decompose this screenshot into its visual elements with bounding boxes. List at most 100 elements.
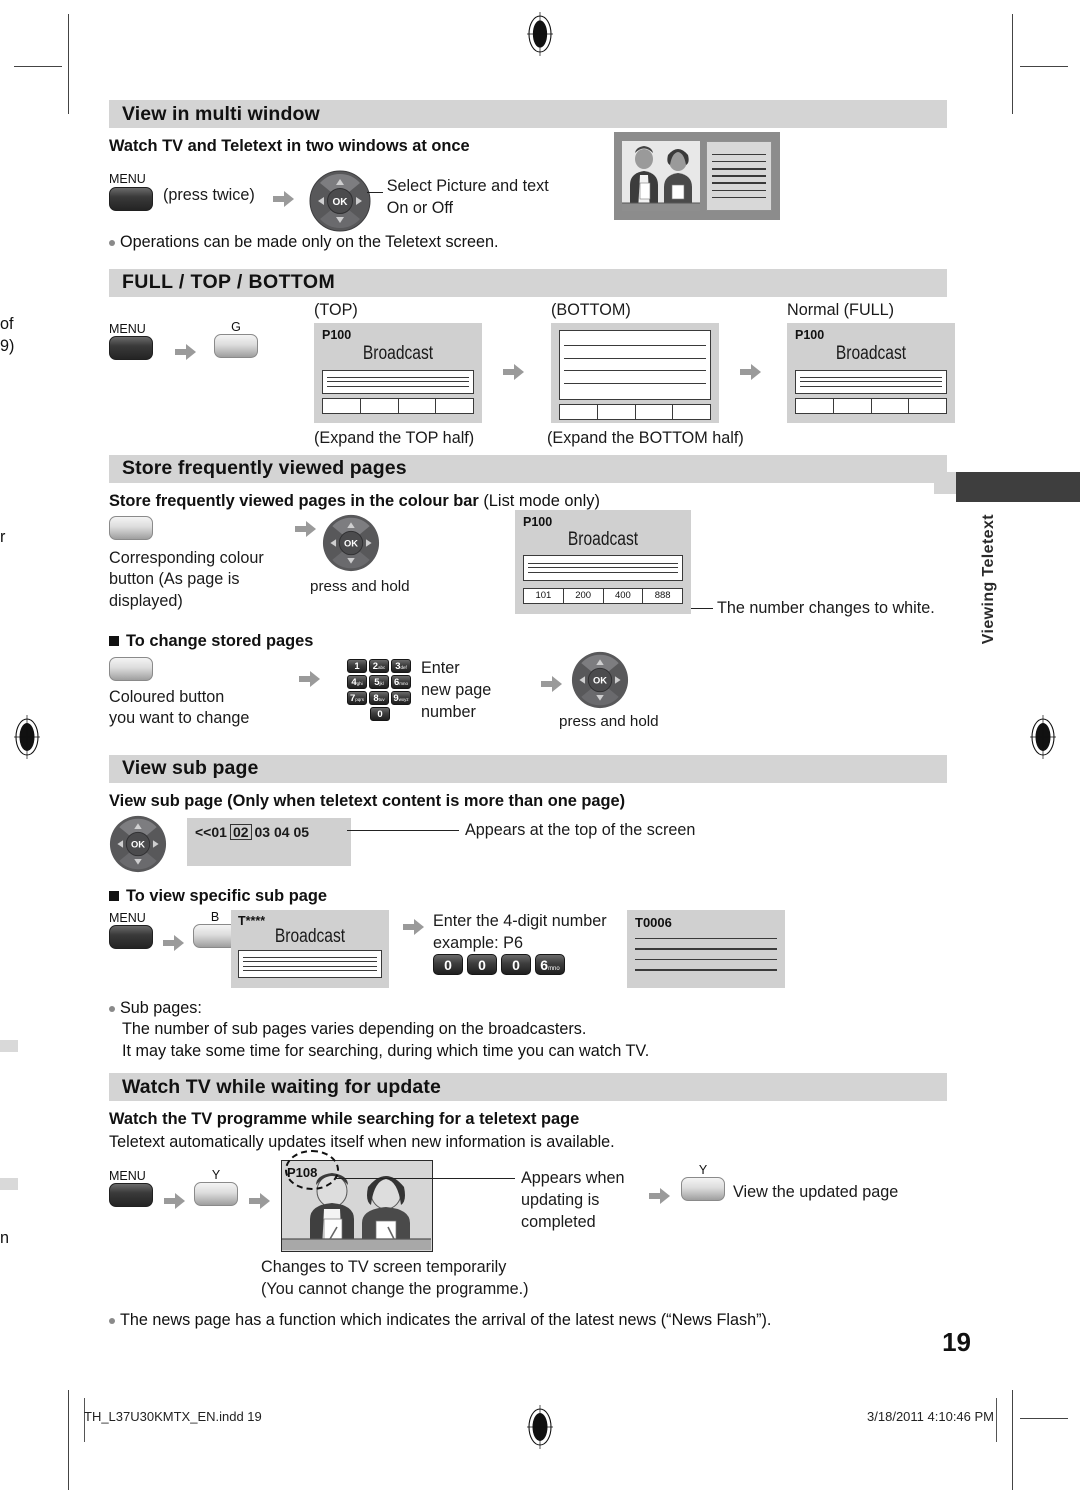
flow-arrow-icon <box>740 363 762 381</box>
subpage-callout-line <box>347 829 459 831</box>
sub-pages-note-line-1: The number of sub pages varies depending… <box>122 1020 587 1039</box>
tv-page-label-full: P100 <box>795 327 825 342</box>
numeric-key-9[interactable]: 9 wxyz <box>391 690 411 705</box>
colour-bar-cell-yellow: 400 <box>602 587 644 604</box>
update-note-line-2: (You cannot change the programme.) <box>261 1280 529 1299</box>
tv-text-lines-top <box>322 369 474 394</box>
numeric-key-1[interactable]: 1 <box>347 658 367 673</box>
tv-screen-specific-subpage: T**** Broadcast <box>231 909 389 988</box>
keypad-row-1: 1 2 abc 3 def <box>347 658 413 673</box>
crop-mark-bottom-right-horizontal <box>1020 1418 1068 1419</box>
update-note-line-1: Changes to TV screen temporarily <box>261 1257 507 1276</box>
menu-key-glyph <box>109 925 153 950</box>
tv-picture-newsreaders-icon <box>622 141 700 211</box>
digit-key-6[interactable]: 6 mno <box>535 953 565 975</box>
subhead-watch-tv-teletext: Watch TV and Teletext in two windows at … <box>109 137 470 155</box>
blue-button-label: B <box>210 909 220 924</box>
flow-arrow-icon <box>649 1187 671 1205</box>
colour-button-store[interactable] <box>109 515 153 540</box>
change-step-line-1: Coloured button <box>109 687 225 706</box>
yellow-button-update[interactable]: Y <box>194 1169 238 1207</box>
flow-arrow-icon <box>249 1192 271 1210</box>
sub-pages-note-line-2: It may take some time for searching, dur… <box>122 1041 650 1060</box>
subhead-store-colour-bar: Store frequently viewed pages in the col… <box>109 492 947 511</box>
square-bullet-icon <box>109 636 119 647</box>
dpad-ok-control-subpage[interactable]: OK <box>109 815 167 878</box>
section-heading-full-top-bottom: FULL / TOP / BOTTOM <box>109 268 947 297</box>
enter-4-digit-line-2: example: P6 <box>433 933 523 952</box>
menu-button-ftb[interactable]: MENU <box>109 323 153 361</box>
numeric-key-5[interactable]: 5 jkl <box>369 674 389 689</box>
caption-expand-bottom: (Expand the BOTTOM half) <box>547 428 744 447</box>
tv-text-lines-specific <box>238 949 382 978</box>
flow-arrow-icon <box>295 520 317 538</box>
enter-new-page-line-1: Enter <box>421 658 460 677</box>
colour-bar-cell-red: 101 <box>523 587 564 604</box>
yellow-button-label: Y <box>698 1162 708 1177</box>
numeric-key-0[interactable]: 0 <box>370 706 390 721</box>
green-key-glyph <box>214 334 258 359</box>
footer-file-name: TH_L37U30KMTX_EN.indd 19 <box>84 1409 262 1424</box>
state-label-top: (TOP) <box>314 300 358 319</box>
dpad-ok-control-multiwindow[interactable]: OK <box>309 170 371 237</box>
tv-colour-cells-bottom <box>559 403 711 420</box>
dpad-ok-control-store[interactable]: OK <box>322 514 380 577</box>
numeric-key-7[interactable]: 7 pqrs <box>347 690 367 705</box>
numeric-key-8[interactable]: 8 tuv <box>369 690 389 705</box>
updating-callout-line-1: Appears when <box>521 1168 625 1187</box>
press-and-hold-label-store: press and hold <box>310 577 410 595</box>
tv-page-label-top: P100 <box>322 327 352 342</box>
tv-colour-bar: 101 200 400 888 <box>523 587 683 604</box>
flow-arrow-icon <box>541 675 563 693</box>
menu-button-specific[interactable]: MENU <box>109 912 153 950</box>
state-label-bottom: (BOTTOM) <box>551 300 631 319</box>
menu-key-glyph <box>109 1183 153 1208</box>
enter-4-digit-line-1: Enter the 4-digit number <box>433 911 607 930</box>
dpad-note-line-2: On or Off <box>386 198 454 217</box>
flow-arrow-icon <box>272 190 295 208</box>
numeric-key-2[interactable]: 2 abc <box>369 658 389 673</box>
store-step-line-3: displayed) <box>109 592 183 611</box>
tv-screen-full-mode: P100 Broadcast <box>787 322 955 423</box>
menu-button-label: MENU <box>109 910 146 925</box>
dpad-ok-control-change[interactable]: OK <box>571 651 629 714</box>
digit-key-0-a[interactable]: 0 <box>433 953 463 975</box>
digit-key-sequence[interactable]: 0 0 0 6 mno <box>433 953 565 975</box>
menu-button-multiwindow[interactable]: MENU <box>109 173 153 211</box>
numeric-key-6[interactable]: 6 mno <box>391 674 411 689</box>
tv-colour-cells-top <box>322 397 474 414</box>
green-button-ftb[interactable]: G <box>214 321 258 359</box>
subpage-indicator-screen: <<01 02 03 04 05 <box>187 817 351 866</box>
registration-mark-bottom <box>527 1405 553 1449</box>
tv-colour-cells-full <box>795 397 947 414</box>
subhead-view-sub-page: View sub page (Only when teletext conten… <box>109 791 626 810</box>
colour-bar-callout-line <box>691 607 713 609</box>
subpage-selected: 02 <box>229 823 252 840</box>
digit-key-0-b[interactable]: 0 <box>467 953 497 975</box>
subpage-prefix: <<01 <box>195 823 227 840</box>
svg-text:OK: OK <box>332 197 348 208</box>
section-heading-view-sub-page: View sub page <box>109 754 947 783</box>
numeric-keypad[interactable]: 1 2 abc 3 def 4 ghi 5 jkl 6 mno 7 pqrs 8 tuv 9w… <box>347 658 413 721</box>
tv-broadcast-text-full: Broadcast <box>835 343 907 365</box>
colour-button-change[interactable] <box>109 656 153 681</box>
change-step-line-2: you want to change <box>109 709 250 728</box>
numeric-key-4[interactable]: 4 ghi <box>347 674 367 689</box>
colour-key-glyph <box>109 656 153 681</box>
footer-rule-right <box>996 1398 997 1442</box>
yellow-button-view-updated[interactable]: Y <box>681 1164 725 1202</box>
tv-broadcast-text-specific: Broadcast <box>274 926 346 948</box>
digit-key-0-c[interactable]: 0 <box>501 953 531 975</box>
news-flash-bullet-text: The news page has a function which indic… <box>120 1310 772 1329</box>
menu-button-update[interactable]: MENU <box>109 1170 153 1208</box>
left-edge-tab-marker-1 <box>0 1040 18 1052</box>
menu-button-label: MENU <box>109 1168 146 1183</box>
footer-timestamp: 3/18/2011 4:10:46 PM <box>867 1409 994 1424</box>
subhead-change-stored-pages: To change stored pages <box>126 631 314 650</box>
bleed-fragment-3: r <box>0 528 6 546</box>
flow-arrow-icon <box>163 934 185 952</box>
numeric-key-3[interactable]: 3 def <box>391 658 411 673</box>
manual-page: of 9) r n Viewing Teletext View in multi… <box>0 0 1080 1490</box>
colour-bar-callout-text: The number changes to white. <box>717 598 935 617</box>
yellow-key-glyph <box>194 1182 238 1207</box>
